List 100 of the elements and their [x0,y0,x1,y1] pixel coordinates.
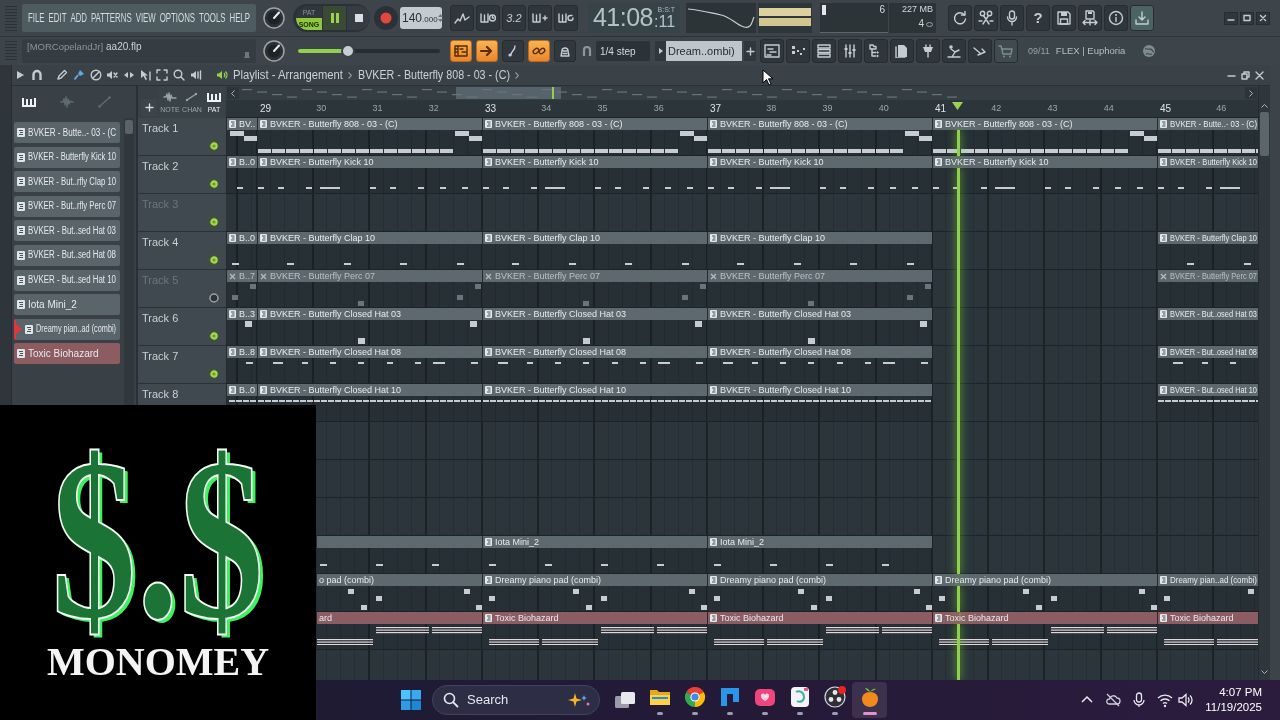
close-button[interactable] [1256,11,1270,25]
pattern-item[interactable]: BVKER - But..sed Hat 03 [14,220,120,242]
scrollbar-thumb[interactable] [1260,112,1269,156]
picker-scrollbar[interactable] [124,118,134,405]
pattern-item[interactable]: Toxic Biohazard [14,343,120,365]
stop-button[interactable] [347,6,370,30]
track-name[interactable]: Track 8 [142,389,179,400]
pattern-clip[interactable]: o pad (combi) [316,574,482,611]
pattern-clip[interactable]: Dreamy piano pad (combi) [932,574,1157,611]
zigzag-button[interactable] [450,5,474,31]
cloud-off-icon[interactable] [1105,692,1122,708]
track-name[interactable]: Track 6 [142,313,179,324]
pattern-clip[interactable]: BVKER - Butterfly Kick 10 [257,156,482,193]
steps-button[interactable] [786,39,810,63]
lamp-button[interactable] [942,39,966,63]
browser-button[interactable] [864,39,888,63]
piano-loop-button[interactable] [554,5,578,31]
pattern-clip[interactable]: BVKER - Butterfly 808 - 03 - (C) [932,118,1157,155]
no-entry-icon[interactable] [90,69,102,81]
status-dot-icon[interactable] [209,179,219,189]
tempo-field[interactable]: 140.000 [400,7,442,29]
status-dot-icon[interactable] [209,369,219,379]
add-pattern-button[interactable] [744,41,756,61]
pattern-clip[interactable]: BVKER - Butterfly Perc 07 [257,270,482,307]
track-name[interactable]: Track 7 [142,351,179,362]
scrollbar-thumb[interactable] [125,120,133,134]
add-track-button[interactable] [141,99,157,116]
pattern-clip[interactable]: BVKER - But..osed Hat 08 [1157,346,1258,383]
play-icon[interactable] [14,69,26,81]
vertical-scrollbar[interactable] [1258,86,1270,680]
pattern-clip[interactable]: BVKER - Butterfly 808 - 03 - (C) [257,118,482,155]
pattern-clip[interactable]: B..3 [226,308,257,345]
refresh-button[interactable] [948,5,972,31]
snap-dropdown[interactable]: 1/4 step [596,41,650,61]
status-dot-icon[interactable] [209,217,219,227]
pattern-clip[interactable]: BVKER - Butterfly Clap 10 [707,232,932,269]
pattern-clip[interactable]: BVKER - Butterfly Clap 10 [257,232,482,269]
pencil-icon[interactable] [56,69,68,81]
download-button[interactable] [1130,5,1154,31]
list-button[interactable] [812,39,836,63]
plugin-button[interactable] [916,39,940,63]
numeric-button[interactable]: 3.2 [502,5,526,31]
brush-icon[interactable] [73,69,85,81]
document-button[interactable] [890,39,914,63]
pattern-clip[interactable]: BVKER - Butterfly Closed Hat 03 [257,308,482,345]
pattern-clip[interactable]: BV.. [226,118,257,155]
pattern-clip[interactable]: BVKER - But..osed Hat 10 [1157,384,1258,421]
pattern-clip[interactable]: Toxic Biohazard [707,612,932,649]
track-name[interactable]: Track 4 [142,237,179,248]
pattern-clip[interactable]: Iota Mini_2 [707,536,932,573]
save-button[interactable] [1052,5,1076,31]
bent-arrow-button[interactable] [968,39,992,63]
menu-item[interactable]: TOOLS [199,12,226,24]
status-dot-icon[interactable] [209,255,219,265]
pattern-item[interactable]: BVKER - But..sed Hat 08 [14,244,120,266]
mixer-button[interactable] [838,39,862,63]
pattern-clip[interactable]: Toxic Biohazard [932,612,1157,649]
pattern-clip[interactable]: BVKER - Butte..- 03 - (C) [1157,118,1258,155]
pattern-clip[interactable]: B..0 [226,156,257,193]
pattern-clip[interactable]: BVKER - Butterfly Closed Hat 08 [482,346,707,383]
restore-icon[interactable] [1241,70,1250,80]
track-name[interactable]: Track 1 [142,123,179,134]
pause-button[interactable] [323,6,346,30]
maximize-button[interactable] [1240,11,1254,25]
cut-button[interactable] [974,5,998,31]
toggle-button[interactable] [528,40,550,62]
pattern-item[interactable]: BVKER - But..rfly Perc 07 [14,195,120,217]
pattern-item[interactable]: BVKER - But..sed Hat 10 [14,269,120,291]
wifi-icon[interactable] [1157,692,1174,708]
playlist-button[interactable] [760,39,784,63]
pattern-clip[interactable]: BVKER - Butterfly 808 - 03 - (C) [482,118,707,155]
pattern-item[interactable]: Iota Mini_2 [14,294,120,316]
pattern-clip[interactable]: Toxic Biohazard [1157,612,1258,649]
pattern-clip[interactable]: B..0 [226,232,257,269]
pattern-clip[interactable]: BVKER - Butterfly Perc 07 [707,270,932,307]
volume-handle[interactable] [340,44,355,58]
pattern-clip[interactable]: BVKER - But..osed Hat 03 [1157,308,1258,345]
pattern-clip[interactable]: ard [316,612,482,649]
pattern-clip[interactable]: BVKER - Butterfly Closed Hat 08 [707,346,932,383]
speaker-bars-icon[interactable] [190,69,202,81]
pattern-clip[interactable]: BVKER - Butterfly Closed Hat 03 [707,308,932,345]
pattern-clip[interactable]: BVKER - Butterfly Kick 10 [707,156,932,193]
minimize-button[interactable] [1224,11,1238,25]
scroll-left-button[interactable] [227,87,239,99]
pattern-clip[interactable]: BVKER - Butterfly Closed Hat 08 [257,346,482,383]
menu-item[interactable]: PATTERNS [90,12,132,24]
pattern-clip[interactable]: Toxic Biohazard [482,612,707,649]
cart-button[interactable] [994,39,1018,63]
toggle-button[interactable] [554,40,576,62]
piano-icon[interactable] [22,96,36,108]
clock-time[interactable]: 4:07 PM [1219,685,1262,700]
pattern-clip[interactable] [316,536,482,573]
pattern-item[interactable]: Dreamy pian..ad (combi) [14,318,120,340]
status-ring-icon[interactable] [209,293,219,303]
close-icon[interactable] [1255,70,1264,80]
help-button[interactable]: ? [1026,5,1050,31]
pattern-clip[interactable]: Dreamy piano pad (combi) [482,574,707,611]
speaker-icon[interactable] [1177,692,1194,708]
menu-item[interactable]: HELP [229,12,250,24]
scroll-right-button[interactable] [1245,87,1257,99]
